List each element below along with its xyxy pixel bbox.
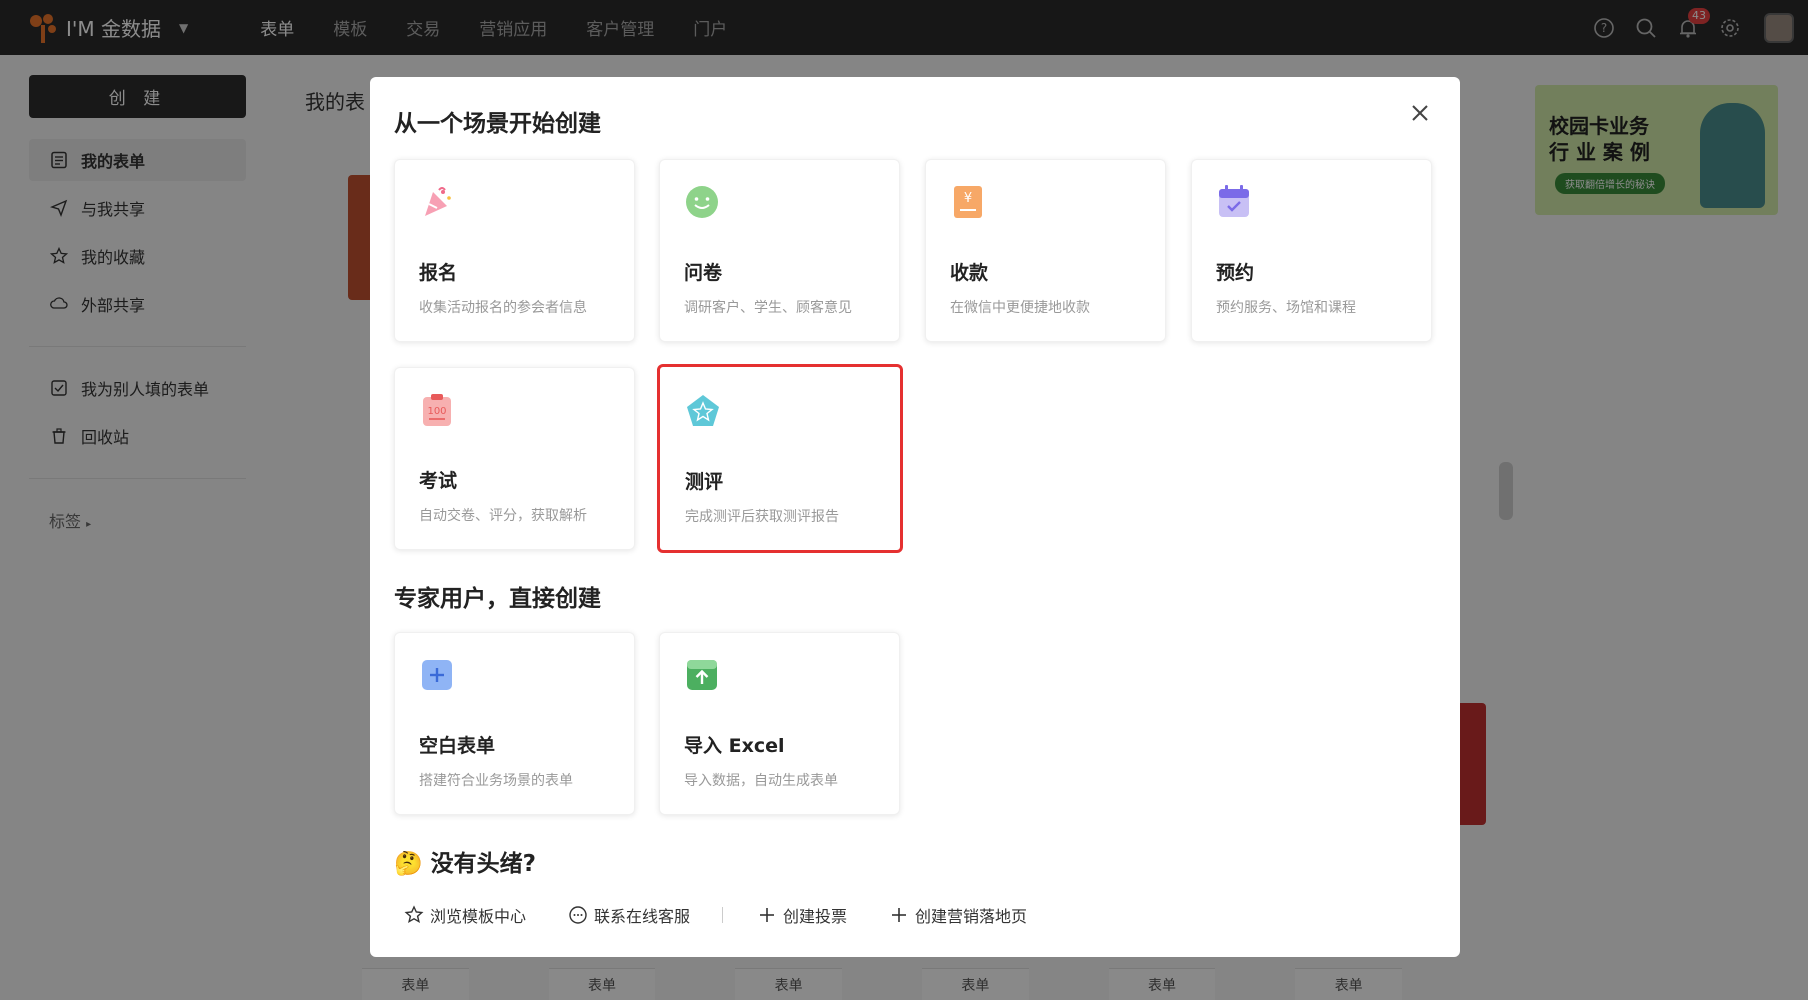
expert-card-blank-form[interactable]: 空白表单 搭建符合业务场景的表单: [394, 632, 635, 815]
plus-icon: [757, 905, 777, 925]
card-title: 收款: [950, 262, 989, 284]
plus-square-icon: [422, 660, 452, 690]
chat-icon: [568, 905, 588, 925]
svg-text:100: 100: [427, 406, 446, 417]
scene-card-booking[interactable]: 预约 预约服务、场馆和课程: [1191, 159, 1432, 342]
smiley-icon: [686, 186, 718, 218]
create-poll-link[interactable]: 创建投票: [757, 903, 847, 927]
plus-icon: [889, 905, 909, 925]
link-label: 创建投票: [783, 907, 848, 926]
card-description: 搭建符合业务场景的表单: [419, 773, 573, 789]
card-description: 预约服务、场馆和课程: [1216, 300, 1356, 316]
section-title-expert: 专家用户，直接创建: [394, 586, 601, 612]
scene-card-assessment[interactable]: 测评 完成测评后获取测评报告: [657, 364, 903, 553]
card-title: 测评: [685, 471, 724, 493]
card-title: 考试: [419, 470, 458, 492]
link-label: 创建营销落地页: [915, 907, 1028, 926]
link-label: 浏览模板中心: [430, 907, 527, 926]
card-description: 收集活动报名的参会者信息: [419, 300, 587, 316]
calendar-check-icon: [1219, 185, 1249, 217]
helper-links: 浏览模板中心 联系在线客服 创建投票 创建营销落地页: [404, 903, 1069, 927]
link-divider: [722, 907, 724, 923]
svg-text:¥: ¥: [964, 191, 972, 206]
card-title: 空白表单: [419, 735, 496, 757]
pentagon-star-icon: [687, 395, 719, 426]
expert-card-import-excel[interactable]: 导入 Excel 导入数据，自动生成表单: [659, 632, 900, 815]
party-popper-icon: [425, 187, 451, 216]
exam-score-icon: 100: [423, 394, 451, 426]
scene-card-payment[interactable]: ¥ 收款 在微信中更便捷地收款: [925, 159, 1166, 342]
create-form-modal: 从一个场景开始创建 报名 收集活动报名的参会者信息 问卷 调研客户、学生、顾客意…: [370, 77, 1460, 957]
card-description: 调研客户、学生、顾客意见: [684, 300, 852, 316]
card-description: 自动交卷、评分，获取解析: [419, 508, 587, 524]
yen-receipt-icon: ¥: [954, 186, 982, 218]
create-landing-page-link[interactable]: 创建营销落地页: [889, 903, 1027, 927]
card-description: 在微信中更便捷地收款: [950, 300, 1090, 316]
scene-card-exam[interactable]: 100 考试 自动交卷、评分，获取解析: [394, 367, 635, 550]
card-title: 导入 Excel: [684, 735, 785, 757]
card-description: 导入数据，自动生成表单: [684, 773, 838, 789]
card-title: 预约: [1216, 262, 1255, 284]
contact-support-link[interactable]: 联系在线客服: [568, 903, 690, 927]
section-title-no-idea: 🤔 没有头绪?: [394, 851, 536, 877]
browse-templates-link[interactable]: 浏览模板中心: [404, 903, 526, 927]
card-description: 完成测评后获取测评报告: [685, 509, 839, 525]
card-title: 报名: [419, 262, 458, 284]
upload-icon: [687, 660, 717, 690]
section-title-scenes: 从一个场景开始创建: [394, 111, 601, 137]
close-icon[interactable]: [1408, 101, 1432, 125]
card-title: 问卷: [684, 262, 723, 284]
template-star-icon: [404, 905, 424, 925]
link-label: 联系在线客服: [594, 907, 691, 926]
scene-card-survey[interactable]: 问卷 调研客户、学生、顾客意见: [659, 159, 900, 342]
scene-card-signup[interactable]: 报名 收集活动报名的参会者信息: [394, 159, 635, 342]
